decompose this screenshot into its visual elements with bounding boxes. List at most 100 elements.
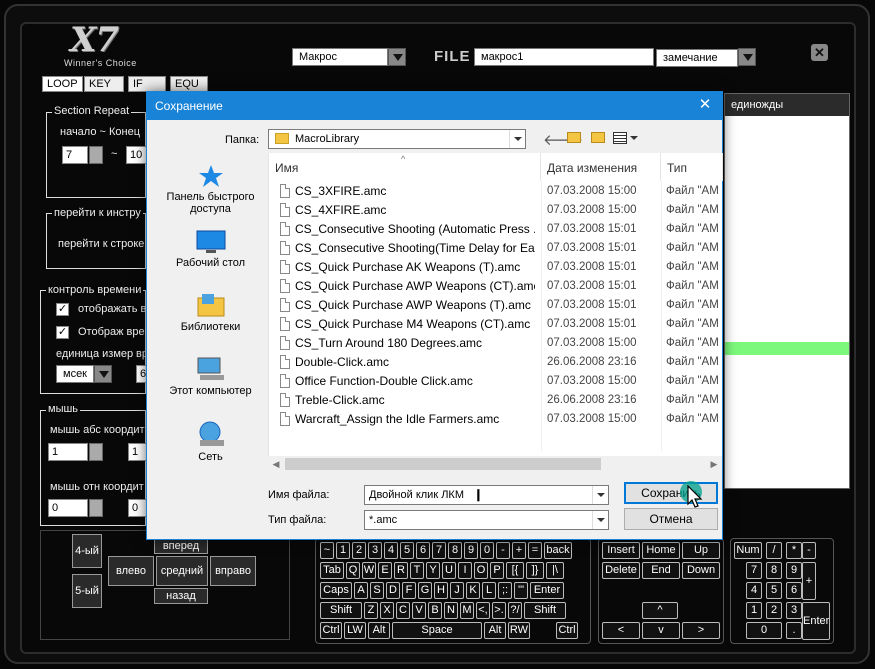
nav-this-pc[interactable]: Этот компьютер [153, 356, 268, 397]
keyboard-key[interactable]: K [466, 582, 480, 599]
mouse-middle-button[interactable]: средний [156, 556, 208, 586]
col-date-header[interactable]: Дата изменения [541, 153, 661, 181]
keyboard-key[interactable]: 1 [746, 602, 762, 619]
keyboard-key[interactable]: Z [364, 602, 378, 619]
keyboard-key[interactable]: Home [642, 542, 680, 559]
keyboard-key[interactable]: 9 [464, 542, 478, 559]
keyboard-key[interactable]: 2 [352, 542, 366, 559]
keyboard-key[interactable]: 6 [416, 542, 430, 559]
file-row[interactable]: CS_Consecutive Shooting(Time Delay for E… [269, 239, 723, 258]
unit-dropdown-arrow-icon[interactable] [94, 365, 112, 383]
keyboard-key[interactable]: * [786, 542, 802, 559]
keyboard-key[interactable]: 6 [786, 582, 802, 599]
keyboard-key[interactable]: . [786, 622, 802, 639]
macro-dropdown[interactable]: Макрос [292, 48, 388, 66]
file-row[interactable]: CS_Quick Purchase M4 Weapons (CT).amc 07.… [269, 315, 723, 334]
keyboard-key[interactable]: - [496, 542, 510, 559]
keyboard-key[interactable]: / [766, 542, 782, 559]
keyboard-key[interactable]: < [602, 622, 640, 639]
keyboard-key[interactable]: I [458, 562, 472, 579]
keyboard-key[interactable]: O [474, 562, 488, 579]
keyboard-key[interactable]: RW [508, 622, 530, 639]
keyboard-key[interactable]: ^ [642, 602, 678, 619]
show-checkbox-1[interactable]: ✓ [56, 303, 69, 316]
keyboard-key[interactable]: 8 [766, 562, 782, 579]
keyboard-key[interactable]: E [378, 562, 392, 579]
keyboard-key[interactable]: |\ [546, 562, 564, 579]
tab-equ[interactable]: EQU [170, 76, 208, 92]
keyboard-key[interactable]: 4 [384, 542, 398, 559]
keyboard-key[interactable]: Q [346, 562, 360, 579]
macro-steps-panel[interactable]: единожды [724, 93, 850, 489]
view-menu-chevron-down-icon[interactable] [630, 136, 638, 140]
keyboard-key[interactable]: Num [734, 542, 762, 559]
mode-dropdown[interactable]: замечание [656, 49, 738, 67]
macro-dropdown-arrow-icon[interactable] [388, 48, 406, 66]
keyboard-key[interactable]: P [490, 562, 504, 579]
file-row[interactable]: Treble-Click.amc 26.06.2008 23:16 Файл "AM [269, 391, 723, 410]
keyboard-key[interactable]: + [512, 542, 526, 559]
keyboard-key[interactable]: B [428, 602, 442, 619]
mouse-rel-y-input[interactable]: 0 [128, 499, 148, 517]
folder-combo-arrow-icon[interactable] [509, 130, 525, 148]
keyboard-key[interactable]: 9 [786, 562, 802, 579]
keyboard-key[interactable]: 7 [746, 562, 762, 579]
keyboard-key[interactable]: S [370, 582, 384, 599]
keyboard-key[interactable]: G [418, 582, 432, 599]
keyboard-key[interactable]: T [410, 562, 424, 579]
app-close-icon[interactable]: ✕ [811, 44, 828, 61]
file-name-field[interactable]: макрос1 [474, 48, 654, 66]
keyboard-key[interactable]: 8 [448, 542, 462, 559]
keyboard-key[interactable]: V [412, 602, 426, 619]
mouse-5th-button[interactable]: 5-ый [72, 574, 102, 608]
tab-if[interactable]: IF [128, 76, 166, 92]
keyboard-key[interactable]: Tab [320, 562, 344, 579]
keyboard-key[interactable]: W [362, 562, 376, 579]
repeat-start-input[interactable]: 7 [62, 146, 88, 164]
file-row[interactable]: CS_Quick Purchase AK Weapons (T).amc 07.0… [269, 258, 723, 277]
view-menu-icon[interactable] [613, 132, 627, 144]
mouse-abs-x-input[interactable]: 1 [48, 443, 88, 461]
keyboard-key[interactable]: Insert [602, 542, 640, 559]
mouse-left-button[interactable]: влево [108, 556, 154, 586]
keyboard-key[interactable]: Alt [368, 622, 390, 639]
keyboard-key[interactable]: Delete [602, 562, 640, 579]
keyboard-key[interactable]: 3 [786, 602, 802, 619]
mouse-forward-button[interactable]: вперед [154, 538, 208, 554]
mode-dropdown-arrow-icon[interactable] [738, 48, 756, 66]
nav-quick-access[interactable]: Панель быстрого доступа [153, 164, 268, 215]
keyboard-key[interactable]: Caps [320, 582, 352, 599]
file-list[interactable]: Имя ^ Дата изменения Тип CS_3XFIRE.amc 07… [268, 153, 723, 470]
keyboard-key[interactable]: End [642, 562, 680, 579]
repeat-end-input[interactable]: 10 [126, 146, 148, 164]
filetype-combo-arrow-icon[interactable] [592, 511, 608, 529]
folder-combo[interactable]: MacroLibrary [268, 129, 526, 149]
dialog-close-icon[interactable]: ✕ [694, 95, 716, 115]
keyboard-key[interactable]: 5 [766, 582, 782, 599]
save-button[interactable]: Сохранить [624, 482, 718, 504]
mouse-abs-y-input[interactable]: 1 [128, 443, 148, 461]
keyboard-key[interactable]: [{ [506, 562, 524, 579]
keyboard-key[interactable]: Enter [802, 602, 830, 640]
tab-key[interactable]: KEY [84, 76, 124, 92]
keyboard-key[interactable]: 3 [368, 542, 382, 559]
keyboard-key[interactable]: Shift [524, 602, 566, 619]
keyboard-key[interactable]: N [444, 602, 458, 619]
file-row[interactable]: Office Function-Double Click.amc 07.03.20… [269, 372, 723, 391]
keyboard-key[interactable]: v [642, 622, 680, 639]
keyboard-key[interactable]: LW [344, 622, 366, 639]
keyboard-key[interactable]: '" [514, 582, 528, 599]
keyboard-key[interactable]: - [802, 542, 816, 559]
keyboard-key[interactable]: C [396, 602, 410, 619]
nav-desktop[interactable]: Рабочий стол [153, 230, 268, 269]
keyboard-key[interactable]: M [460, 602, 474, 619]
scroll-left-icon[interactable]: ◀ [268, 456, 284, 472]
keyboard-key[interactable]: H [434, 582, 448, 599]
file-row[interactable]: CS_3XFIRE.amc 07.03.2008 15:00 Файл "AM [269, 182, 723, 201]
keyboard-key[interactable]: Down [682, 562, 720, 579]
scroll-right-icon[interactable]: ▶ [706, 456, 722, 472]
file-row[interactable]: CS_Turn Around 180 Degrees.amc 07.03.2008… [269, 334, 723, 353]
keyboard-key[interactable]: 5 [400, 542, 414, 559]
cancel-button[interactable]: Отмена [624, 508, 718, 530]
keyboard-key[interactable]: 0 [480, 542, 494, 559]
